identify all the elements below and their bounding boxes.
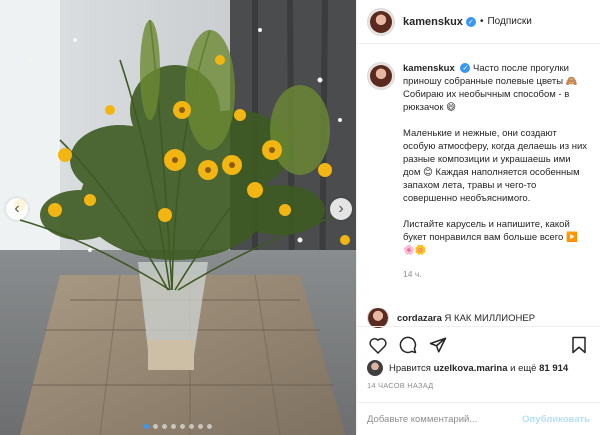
avatar[interactable] (367, 360, 383, 376)
add-comment-input[interactable] (367, 413, 523, 425)
save-button[interactable] (568, 334, 590, 356)
likes-prefix: Нравится (389, 362, 431, 374)
verified-badge-icon: ✓ (465, 16, 476, 27)
caption-area: kamenskux ✓ Часто после прогулки приношу… (357, 44, 600, 306)
share-button[interactable] (427, 334, 449, 356)
carousel-prev-button[interactable]: ‹ (6, 198, 28, 220)
publish-button[interactable]: Опубликовать (522, 414, 590, 425)
flowers-photo (0, 0, 356, 435)
carousel-dot (180, 424, 185, 429)
post-header: kamenskux ✓ • Подписки (357, 0, 600, 44)
avatar[interactable] (367, 62, 395, 90)
comment-button[interactable] (397, 334, 419, 356)
likes-middle: и ещё (510, 362, 537, 374)
carousel-dots (0, 424, 356, 429)
comment-username-link[interactable]: cordazara (397, 313, 442, 324)
carousel-dot (189, 424, 194, 429)
post-side-panel: kamenskux ✓ • Подписки kamenskux ✓ Часто… (356, 0, 600, 435)
carousel-dot (207, 424, 212, 429)
like-button[interactable] (367, 334, 389, 356)
verified-badge-icon: ✓ (460, 63, 471, 74)
share-icon (429, 337, 447, 353)
liker-username-link[interactable]: uzelkova.marina (434, 363, 508, 374)
post-photo[interactable]: ‹ › (0, 0, 356, 435)
bullet-separator: • (479, 16, 484, 27)
add-comment-bar: Опубликовать (357, 402, 600, 435)
likes-summary: Нравится uzelkova.marina и ещё 81 914 (367, 360, 568, 376)
avatar[interactable] (367, 308, 389, 328)
caption-paragraph: Маленькие и нежные, они создают особую а… (403, 128, 588, 204)
caption-username-link[interactable]: kamenskux (403, 63, 455, 74)
chevron-left-icon: ‹ (14, 200, 20, 217)
post-date[interactable]: 14 ЧАСОВ НАЗАД (367, 381, 433, 390)
carousel-dot (153, 424, 158, 429)
caption-text: kamenskux ✓ Часто после прогулки приношу… (403, 62, 588, 281)
action-bar (357, 332, 600, 358)
carousel-next-button[interactable]: › (330, 198, 352, 220)
following-button[interactable]: Подписки (487, 16, 531, 27)
bookmark-icon (572, 336, 586, 354)
likes-count-link[interactable]: 81 914 (539, 363, 568, 374)
carousel-dot (171, 424, 176, 429)
username-link[interactable]: kamenskux (403, 16, 463, 28)
chevron-right-icon: › (338, 200, 344, 217)
caption-timestamp[interactable]: 14 ч. (403, 268, 588, 281)
comment-icon (399, 336, 417, 354)
divider (357, 326, 600, 327)
caption-paragraph: Листайте карусель и напишите, какой буке… (403, 219, 578, 256)
carousel-dot (144, 424, 149, 429)
carousel-dot (198, 424, 203, 429)
comment-row: cordazara Я КАК МИЛЛИОНЕР (357, 308, 600, 328)
heart-icon (369, 337, 387, 354)
carousel-dot (162, 424, 167, 429)
comment-text: Я КАК МИЛЛИОНЕР (444, 312, 536, 324)
avatar[interactable] (367, 7, 395, 36)
